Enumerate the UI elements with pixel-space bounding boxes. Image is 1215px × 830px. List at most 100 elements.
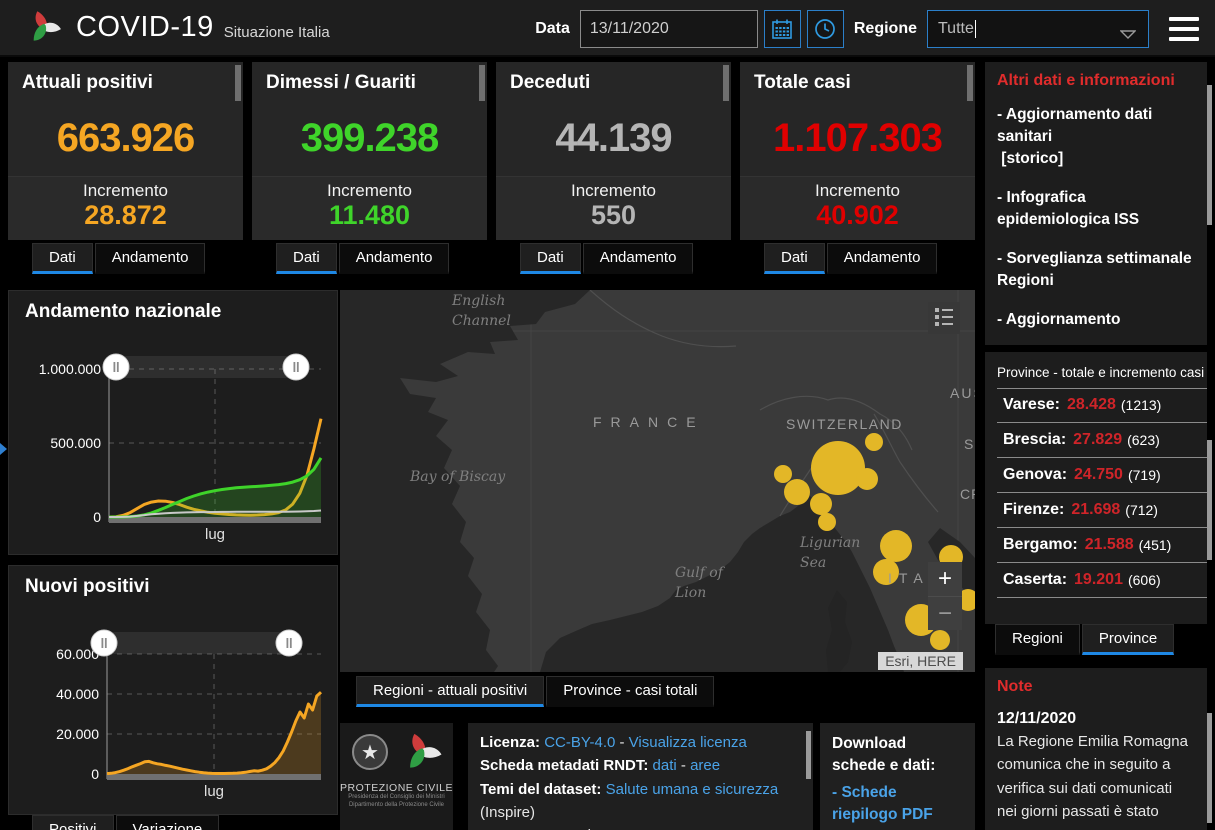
link-aree[interactable]: aree [690,757,720,774]
province-increment: (1213) [1121,397,1161,413]
scrollbar-thumb[interactable] [723,65,729,101]
range-slider-handle[interactable] [91,630,117,656]
zoom-in-button[interactable]: + [928,562,962,596]
protezione-civile-logo-icon [399,729,445,780]
link-salute-umana-e-sicurezza[interactable]: Salute umana e sicurezza [606,781,779,798]
sidebar-link-aggiornamento-dati-sanitari[interactable]: - Aggiornamento dati sanitari [storico] [997,104,1195,170]
scrollbar-thumb[interactable] [967,65,973,101]
stat-card-value: 1.107.303 [740,116,975,161]
province-name: Bergamo: [1003,536,1078,554]
range-slider-handle[interactable] [103,354,129,380]
case-bubble[interactable] [930,630,950,650]
province-total: 28.428 [1067,396,1116,414]
scrollbar-thumb[interactable] [1207,440,1212,560]
province-increment: (712) [1125,502,1158,518]
province-total: 27.829 [1073,431,1122,449]
case-bubble[interactable] [865,433,883,451]
tab-province[interactable]: Province [1082,624,1174,655]
stat-card-increment-block: Incremento 40.902 [740,176,975,240]
andamento-nazionale-chart[interactable]: 1.000.000500.0000lug [9,291,339,556]
stat-card-increment-block: Incremento 28.872 [8,176,243,240]
tab-dati[interactable]: Dati [764,243,825,274]
range-slider-handle[interactable] [276,630,302,656]
increment-value: 11.480 [252,201,487,231]
link-dati[interactable]: dati [653,757,677,774]
date-input[interactable]: 13/11/2020 [580,10,758,48]
stat-card: Totale casi 1.107.303 Incremento 40.902 [740,62,975,240]
hamburger-menu-button[interactable] [1167,14,1201,44]
tab-province-casi-totali[interactable]: Province - casi totali [546,676,714,707]
stat-cards-row: Attuali positivi 663.926 Incremento 28.8… [8,62,975,274]
stat-card-value: 663.926 [8,116,243,161]
calendar-icon [771,18,793,40]
stat-card-value: 44.139 [496,116,731,161]
download-link-schede-riepilogo-pdf[interactable]: - Schede riepilogo PDF [832,782,963,827]
tab-andamento[interactable]: Andamento [95,243,206,274]
svg-text:lug: lug [205,526,225,543]
nuovi-positivi-chart[interactable]: 60.00040.00020.0000lug [9,566,339,816]
increment-label: Incremento [252,181,487,201]
sidebar-link-aggiornamento[interactable]: - Aggiornamento [997,309,1195,331]
case-bubble[interactable] [810,493,832,515]
tab-dati[interactable]: Dati [32,243,93,274]
altri-dati-heading: Altri dati e informazioni [997,72,1195,90]
case-bubble[interactable] [784,479,810,505]
sidebar-link-sorveglianza-settimanale-regioni[interactable]: - Sorveglianza settimanale Regioni [997,248,1195,292]
map-canvas [340,290,975,672]
app-subtitle: Situazione Italia [224,24,330,41]
logo-subtitle-1: Presidenza del Consiglio dei Ministri [340,794,453,802]
expand-sidebar-arrow-icon[interactable] [0,443,7,455]
altri-dati-panel: Altri dati e informazioni - Aggiornament… [985,62,1207,345]
range-slider-handle[interactable] [283,354,309,380]
license-line: Temi del dataset: Salute umana e sicurez… [480,778,801,825]
italy-map[interactable]: English ChannelFRANCESWITZERLANDAUSSLBay… [340,290,975,672]
province-increment: (719) [1128,467,1161,483]
case-bubble[interactable] [856,468,878,490]
time-button[interactable] [807,10,844,48]
case-bubble[interactable] [818,513,836,531]
scrollbar-thumb[interactable] [479,65,485,101]
case-bubble[interactable] [774,465,792,483]
chevron-down-icon [1120,26,1136,44]
tab-andamento[interactable]: Andamento [583,243,694,274]
covid-dashboard: COVID-19 Situazione Italia Data 13/11/20… [0,0,1215,830]
tab-regioni[interactable]: Regioni [995,624,1080,655]
link-cc-by-4-0[interactable]: CC-BY-4.0 [544,734,615,751]
stat-card-title: Deceduti [496,62,731,94]
legend-list-icon [935,308,953,326]
province-row: Bergamo: 21.588 (451) [997,528,1207,563]
regione-select[interactable]: Tutte [927,10,1149,48]
case-bubble[interactable] [880,530,912,562]
province-heading: Province - totale e incremento casi [997,360,1207,386]
italy-emblem-icon: ★ [349,729,391,775]
province-name: Caserta: [1003,571,1067,589]
tab-dati[interactable]: Dati [276,243,337,274]
link-visualizza-licenza[interactable]: Visualizza licenza [629,734,747,751]
tab-dati[interactable]: Dati [520,243,581,274]
tab-andamento[interactable]: Andamento [827,243,938,274]
scrollbar-thumb[interactable] [235,65,241,101]
text-cursor [975,20,976,38]
tab-variazione[interactable]: Variazione [116,815,220,830]
scrollbar-thumb[interactable] [1207,85,1212,225]
calendar-button[interactable] [764,10,801,48]
sidebar-link-infografica-epidemiologica-iss[interactable]: - Infografica epidemiologica ISS [997,187,1195,231]
scrollbar-thumb[interactable] [1207,713,1212,823]
province-increment: (606) [1128,572,1161,588]
tab-positivi[interactable]: Positivi [32,815,114,830]
case-bubble[interactable] [811,441,865,495]
regioni-province-tabs: RegioniProvince [995,624,1176,655]
province-increment: (451) [1139,537,1172,553]
download-panel: Download schede e dati: - Schede riepilo… [820,723,975,830]
app-title: COVID-19 [76,11,214,44]
svg-text:0: 0 [91,766,99,782]
increment-value: 28.872 [8,201,243,231]
tab-andamento[interactable]: Andamento [339,243,450,274]
scrollbar-thumb[interactable] [806,731,811,779]
tab-regioni-attuali-positivi[interactable]: Regioni - attuali positivi [356,676,544,707]
zoom-out-button[interactable]: − [928,596,962,630]
case-bubble[interactable] [873,559,899,585]
legend-list-button[interactable] [928,302,960,334]
increment-label: Incremento [8,181,243,201]
altri-dati-links: - Aggiornamento dati sanitari [storico] -… [997,104,1195,331]
